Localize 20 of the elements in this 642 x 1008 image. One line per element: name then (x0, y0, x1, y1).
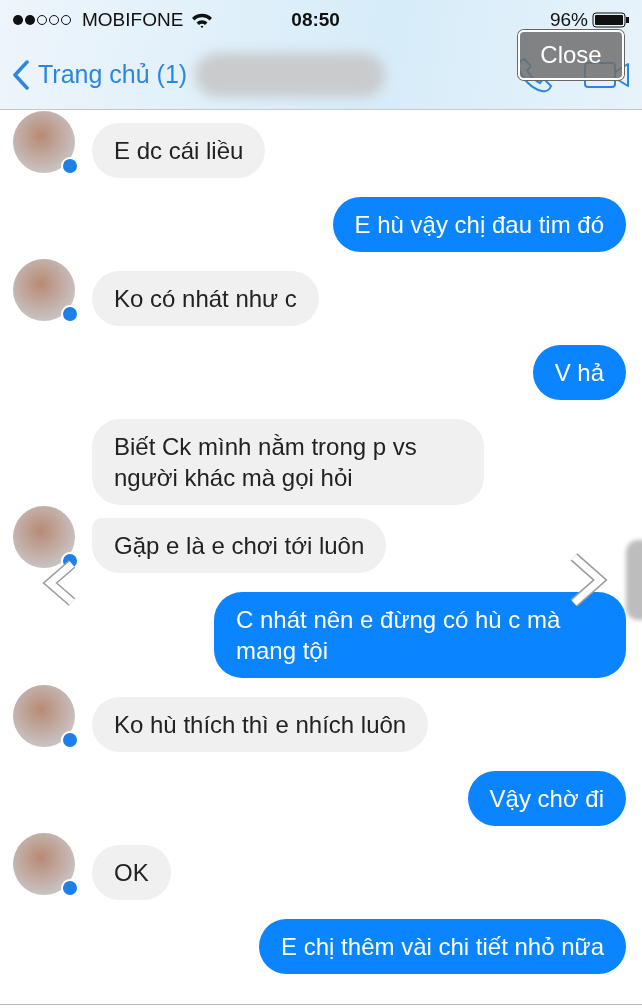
message-bubble: E dc cái liều (92, 123, 266, 178)
close-button[interactable]: Close (518, 30, 624, 80)
message-bubble: Biết Ck mình nằm trong p vs người khác mà gọi hỏi (92, 419, 484, 505)
battery-percent: 96% (549, 7, 588, 32)
back-icon (12, 60, 30, 90)
back-link[interactable]: Trang chủ (1) (12, 56, 188, 94)
message-bubble: E chị thêm vài chi tiết nhỏ nữa (259, 919, 626, 974)
battery-icon (592, 12, 630, 28)
message-bubble: OK (92, 845, 171, 900)
carrier-name: MOBIFONE (82, 7, 184, 32)
message-bubble: V hả (532, 345, 626, 400)
message-bubble: E hù vậy chị đau tim đó (332, 197, 626, 252)
message-bubble: Ko hù thích thì e nhích luôn (92, 697, 429, 752)
message-bubble: C nhát nên e đừng có hù c mà mang tội (214, 592, 626, 678)
message-bubble: Gặp e là e chơi tới luôn (92, 518, 387, 573)
message-bubble: Vậy chờ đi (467, 771, 626, 826)
wifi-icon (191, 12, 214, 28)
message-bubble: Ko có nhát như c (92, 271, 319, 326)
signal-icon (12, 14, 74, 26)
clock-time: 08:50 (291, 7, 340, 32)
